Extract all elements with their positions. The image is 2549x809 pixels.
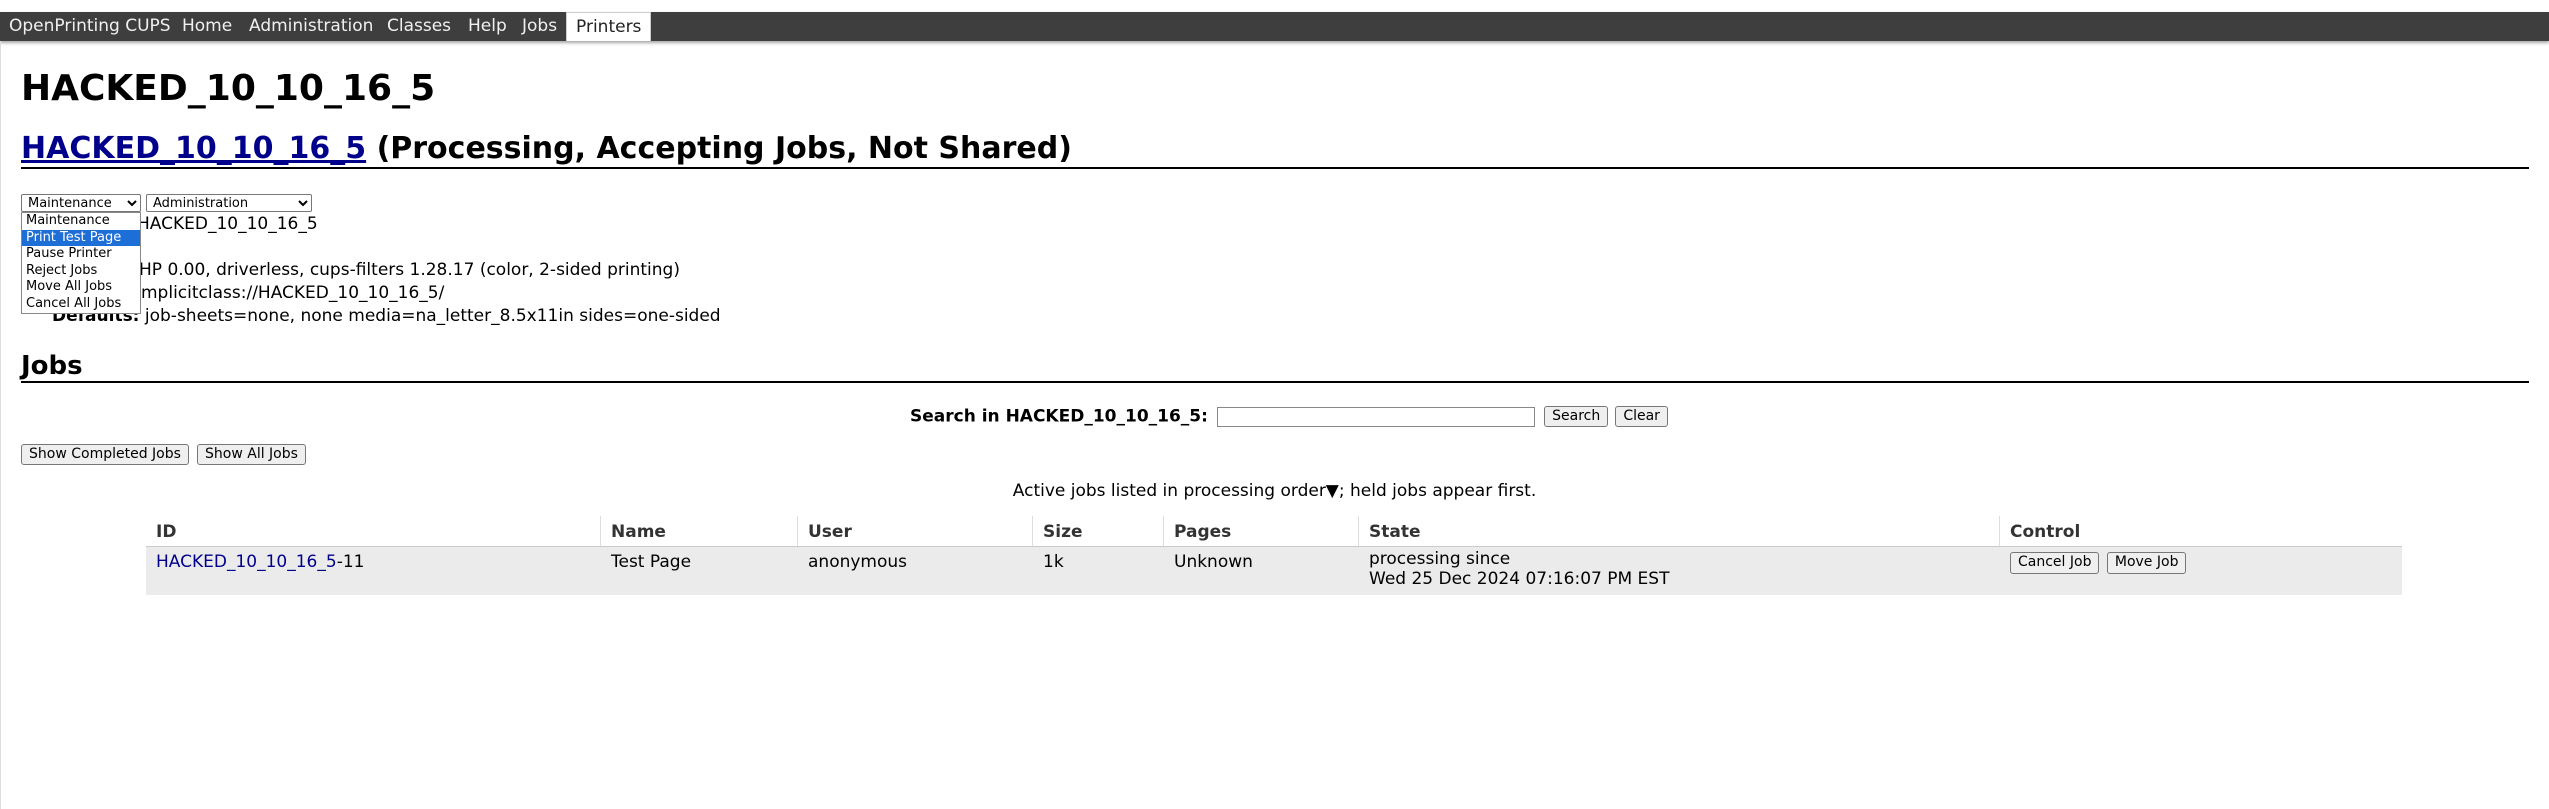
column-header-size[interactable]: Size bbox=[1033, 516, 1164, 546]
job-search-form: Search in HACKED_10_10_16_5: Search Clea… bbox=[910, 406, 1668, 430]
search-button[interactable]: Search bbox=[1544, 406, 1609, 427]
maintenance-select[interactable]: Maintenance bbox=[21, 194, 141, 212]
job-user: anonymous bbox=[808, 552, 908, 572]
printer-heading: HACKED_10_10_16_5 (Processing, Accepting… bbox=[21, 131, 1072, 166]
clear-button[interactable]: Clear bbox=[1615, 406, 1668, 427]
dropdown-option-print-test-page[interactable]: Print Test Page bbox=[22, 229, 140, 246]
job-controls: Cancel Job Move Job bbox=[2000, 547, 2402, 595]
jobs-heading: Jobs bbox=[21, 351, 83, 381]
dropdown-option-reject-jobs[interactable]: Reject Jobs bbox=[22, 263, 140, 280]
page-title: HACKED_10_10_16_5 bbox=[21, 68, 436, 109]
dropdown-option-cancel-all-jobs[interactable]: Cancel All Jobs bbox=[22, 296, 140, 313]
job-name: Test Page bbox=[611, 552, 692, 572]
dropdown-option-pause-printer[interactable]: Pause Printer bbox=[22, 246, 140, 263]
move-job-button[interactable]: Move Job bbox=[2106, 552, 2187, 574]
left-border bbox=[0, 41, 1, 809]
column-header-pages[interactable]: Pages bbox=[1164, 516, 1359, 546]
show-completed-jobs-button[interactable]: Show Completed Jobs bbox=[21, 444, 189, 465]
printer-description: HACKED_10_10_16_5 bbox=[137, 214, 318, 234]
administration-select[interactable]: Administration bbox=[146, 194, 312, 212]
nav-administration[interactable]: Administration bbox=[240, 12, 382, 41]
job-printer-link[interactable]: HACKED_10_10_16_5 bbox=[156, 552, 337, 572]
top-gap bbox=[0, 0, 2549, 12]
maintenance-dropdown-list: Maintenance Print Test Page Pause Printe… bbox=[21, 212, 141, 314]
column-header-state[interactable]: State bbox=[1359, 516, 2000, 546]
cancel-job-button[interactable]: Cancel Job bbox=[2010, 552, 2100, 574]
column-header-control: Control bbox=[2010, 522, 2081, 542]
top-navbar: OpenPrinting CUPS Home Administration Cl… bbox=[0, 12, 2549, 41]
job-size: 1k bbox=[1043, 552, 1064, 572]
jobs-table: ID Name User Size Pages State Control HA… bbox=[146, 516, 2402, 595]
nav-openprinting-cups[interactable]: OpenPrinting CUPS bbox=[0, 12, 180, 41]
job-pages: Unknown bbox=[1174, 552, 1253, 572]
printer-status: (Processing, Accepting Jobs, Not Shared) bbox=[376, 131, 1072, 166]
printer-connection: mplicitclass://HACKED_10_10_16_5/ bbox=[141, 283, 445, 303]
nav-jobs[interactable]: Jobs bbox=[513, 12, 566, 41]
nav-home[interactable]: Home bbox=[173, 12, 241, 41]
column-header-user[interactable]: User bbox=[798, 516, 1033, 546]
job-id-cell: HACKED_10_10_16_5-11 bbox=[146, 547, 601, 595]
search-label: Search in HACKED_10_10_16_5: bbox=[910, 406, 1208, 427]
search-input[interactable] bbox=[1217, 406, 1536, 427]
job-state-time: Wed 25 Dec 2024 07:16:07 PM EST bbox=[1369, 569, 1670, 589]
printer-driver: HP 0.00, driverless, cups-filters 1.28.1… bbox=[139, 260, 680, 280]
show-all-jobs-button[interactable]: Show All Jobs bbox=[197, 444, 306, 465]
job-id-suffix: -11 bbox=[336, 552, 365, 572]
printer-defaults: Defaults: job-sheets=none, none media=na… bbox=[52, 306, 721, 326]
order-note: Active jobs listed in processing order▼;… bbox=[1012, 481, 1537, 501]
job-state: processing since Wed 25 Dec 2024 07:16:0… bbox=[1359, 547, 2000, 595]
jobs-rule bbox=[21, 381, 2529, 383]
printer-link[interactable]: HACKED_10_10_16_5 bbox=[21, 131, 366, 166]
column-header-id[interactable]: ID bbox=[146, 516, 601, 546]
show-jobs-buttons: Show Completed Jobs Show All Jobs bbox=[21, 444, 306, 465]
heading-rule bbox=[21, 167, 2529, 169]
job-state-status: processing since bbox=[1369, 549, 1511, 569]
dropdown-option-maintenance[interactable]: Maintenance bbox=[22, 213, 140, 230]
column-header-name[interactable]: Name bbox=[601, 516, 798, 546]
defaults-value: job-sheets=none, none media=na_letter_8.… bbox=[144, 306, 721, 326]
nav-printers[interactable]: Printers bbox=[566, 12, 652, 41]
nav-help[interactable]: Help bbox=[459, 12, 516, 41]
table-header-row: ID Name User Size Pages State Control bbox=[146, 516, 2402, 547]
nav-classes[interactable]: Classes bbox=[378, 12, 460, 41]
dropdown-option-move-all-jobs[interactable]: Move All Jobs bbox=[22, 279, 140, 296]
table-row: HACKED_10_10_16_5-11 Test Page anonymous… bbox=[146, 547, 2402, 595]
